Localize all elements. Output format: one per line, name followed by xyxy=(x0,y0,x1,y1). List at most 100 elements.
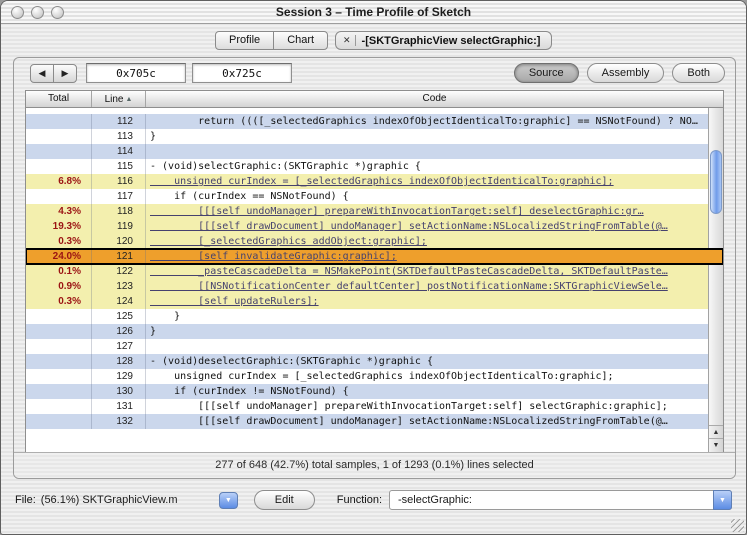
table-body: 112 return ((([_selectedGraphics indexOf… xyxy=(26,108,723,452)
table-row[interactable]: 128 - (void)deselectGraphic:(SKTGraphic *… xyxy=(26,354,723,369)
forward-button[interactable]: ▶ xyxy=(53,65,76,82)
total-cell xyxy=(26,399,92,414)
column-header-line[interactable]: Line ▲ xyxy=(92,91,146,107)
code-cell: return ((([_selectedGraphics indexOfObje… xyxy=(150,116,698,127)
table-row[interactable]: 19.3% 119 [[[self drawDocument] undoManag… xyxy=(26,219,723,234)
total-cell xyxy=(26,354,92,369)
document-tab[interactable]: ✕ -[SKTGraphicView selectGraphic:] xyxy=(335,31,553,50)
line-cell: 130 xyxy=(92,384,146,399)
code-cell: [_selectedGraphics addObject:graphic]; xyxy=(150,236,427,247)
total-cell xyxy=(26,129,92,144)
table-row[interactable]: 113} xyxy=(26,129,723,144)
table-row[interactable]: 130 if (curIndex != NSNotFound) { xyxy=(26,384,723,399)
file-popup-value[interactable]: (56.1%) SKTGraphicView.m xyxy=(41,494,219,506)
window-title: Session 3 – Time Profile of Sketch xyxy=(275,5,472,19)
scrollbar-thumb[interactable] xyxy=(710,150,722,214)
table-row[interactable]: 0.3% 120 [_selectedGraphics addObject:gra… xyxy=(26,234,723,249)
popup-arrow-icon: ▼ xyxy=(719,496,726,504)
resize-grip[interactable] xyxy=(731,519,744,532)
edit-button[interactable]: Edit xyxy=(253,490,315,510)
footer-bar: File: (56.1%) SKTGraphicView.m ▼ Edit Fu… xyxy=(1,485,746,515)
table-row[interactable]: 0.9% 123 [[NSNotificationCenter defaultCe… xyxy=(26,279,723,294)
line-cell: 120 xyxy=(92,234,146,249)
nav-buttons: ◀ ▶ xyxy=(30,64,77,83)
line-cell: 125 xyxy=(92,309,146,324)
function-label: Function: xyxy=(336,494,382,506)
assembly-button[interactable]: Assembly xyxy=(586,63,665,83)
table-row[interactable]: 126} xyxy=(26,324,723,339)
tab-chart[interactable]: Chart xyxy=(273,32,327,49)
total-cell: 24.0% xyxy=(26,249,92,264)
table-row[interactable]: 131 [[[self undoManager] prepareWithInvo… xyxy=(26,399,723,414)
close-tab-icon[interactable]: ✕ xyxy=(343,35,351,46)
code-cell: } xyxy=(150,131,157,142)
status-text: 277 of 648 (42.7%) total samples, 1 of 1… xyxy=(215,459,534,471)
total-cell xyxy=(26,339,92,354)
line-cell: 123 xyxy=(92,279,146,294)
line-cell: 124 xyxy=(92,294,146,309)
line-cell: 129 xyxy=(92,369,146,384)
source-button[interactable]: Source xyxy=(513,63,579,83)
address-start-field[interactable] xyxy=(86,63,186,83)
content-panel: ◀ ▶ Source Assembly Both Total Line ▲ Co… xyxy=(13,57,736,479)
back-icon: ◀ xyxy=(38,68,46,78)
code-cell: _pasteCascadeDelta = NSMakePoint(SKTDefa… xyxy=(150,266,668,277)
title-bar: Session 3 – Time Profile of Sketch xyxy=(1,1,746,24)
table-row[interactable]: 117 if (curIndex == NSNotFound) { xyxy=(26,189,723,204)
total-cell: 0.3% xyxy=(26,234,92,249)
both-button[interactable]: Both xyxy=(672,63,725,83)
total-cell xyxy=(26,114,92,129)
code-cell: if (curIndex == NSNotFound) { xyxy=(150,191,349,202)
tab-profile[interactable]: Profile xyxy=(216,32,273,49)
table-row[interactable]: 115 - (void)selectGraphic:(SKTGraphic *)g… xyxy=(26,159,723,174)
function-popup[interactable]: -selectGraphic: ▼ xyxy=(389,490,732,510)
table-row[interactable]: 0.1% 122 _pasteCascadeDelta = NSMakePoint… xyxy=(26,264,723,279)
function-popup-button[interactable]: ▼ xyxy=(713,490,732,510)
line-cell: 132 xyxy=(92,414,146,429)
code-cell: [[[self drawDocument] undoManager] setAc… xyxy=(150,221,668,232)
table-row[interactable]: 114 xyxy=(26,144,723,159)
line-cell: 119 xyxy=(92,219,146,234)
tab-strip: Profile Chart ✕ -[SKTGraphicView selectG… xyxy=(1,23,746,57)
total-cell: 0.9% xyxy=(26,279,92,294)
table-row[interactable]: 132 [[[self drawDocument] undoManager] s… xyxy=(26,414,723,429)
line-cell: 128 xyxy=(92,354,146,369)
document-tab-label: -[SKTGraphicView selectGraphic:] xyxy=(361,34,541,47)
table-row[interactable]: 6.8% 116 unsigned curIndex = [_selectedGr… xyxy=(26,174,723,189)
code-cell xyxy=(146,144,723,159)
file-popup-button[interactable]: ▼ xyxy=(218,491,238,509)
code-cell: - (void)deselectGraphic:(SKTGraphic *)gr… xyxy=(150,356,433,367)
total-cell: 0.1% xyxy=(26,264,92,279)
view-mode-buttons: Source Assembly Both xyxy=(513,63,725,83)
app-window: Session 3 – Time Profile of Sketch Profi… xyxy=(0,0,747,535)
column-header-code[interactable]: Code xyxy=(146,91,723,107)
line-cell: 122 xyxy=(92,264,146,279)
table-row[interactable]: 24.0% 121 [self invalidateGraphic:graphic… xyxy=(26,248,723,265)
table-row[interactable]: 0.3% 124 [self updateRulers]; xyxy=(26,294,723,309)
line-cell: 115 xyxy=(92,159,146,174)
line-cell: 131 xyxy=(92,399,146,414)
table-row[interactable]: 129 unsigned curIndex = [_selectedGraphi… xyxy=(26,369,723,384)
total-cell xyxy=(26,324,92,339)
table-row[interactable]: 4.3% 118 [[[self undoManager] prepareWith… xyxy=(26,204,723,219)
code-cell: [[NSNotificationCenter defaultCenter] po… xyxy=(150,281,668,292)
scroll-down-button[interactable]: ▼ xyxy=(709,438,723,452)
column-header-total[interactable]: Total xyxy=(26,91,92,107)
address-end-field[interactable] xyxy=(192,63,292,83)
line-cell: 121 xyxy=(92,249,146,264)
code-cell: } xyxy=(150,326,157,337)
table-row[interactable]: 112 return ((([_selectedGraphics indexOf… xyxy=(26,114,723,129)
profile-table: Total Line ▲ Code 112 return ((([_select… xyxy=(25,90,724,453)
vertical-scrollbar[interactable]: ▲ ▼ xyxy=(708,108,723,452)
page-segmented-control: Profile Chart xyxy=(215,31,329,50)
table-row[interactable]: 125 } xyxy=(26,309,723,324)
code-cell: [[[self undoManager] prepareWithInvocati… xyxy=(150,401,668,412)
table-row[interactable]: 127 xyxy=(26,339,723,354)
scroll-up-button[interactable]: ▲ xyxy=(709,425,723,439)
code-cell xyxy=(146,339,723,354)
total-cell: 6.8% xyxy=(26,174,92,189)
popup-arrow-icon: ▼ xyxy=(224,496,232,504)
code-cell: [self invalidateGraphic:graphic]; xyxy=(150,251,397,262)
back-button[interactable]: ◀ xyxy=(31,65,53,82)
total-cell xyxy=(26,189,92,204)
